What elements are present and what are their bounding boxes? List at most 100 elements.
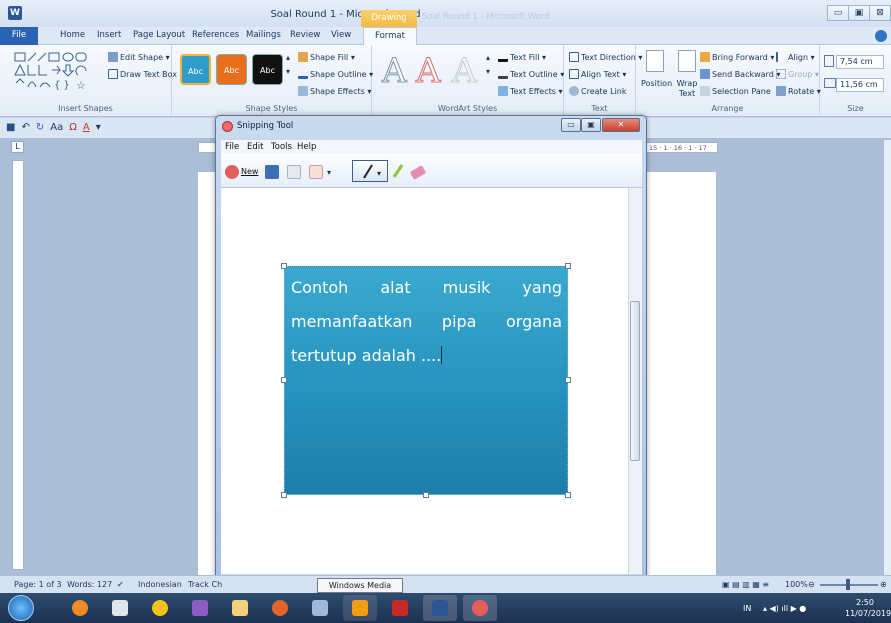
proofing-icon[interactable]: ✔ [117, 580, 124, 589]
taskbar-media-player[interactable] [143, 595, 177, 621]
tab-home[interactable]: Home [60, 30, 85, 40]
text-effects-button[interactable]: Text Effects ▾ [498, 86, 562, 96]
wordart-scroll-down[interactable]: ▾ [486, 67, 490, 76]
tab-mailings[interactable]: Mailings [246, 30, 281, 40]
selected-text-box[interactable]: Contoh alat musik yang memanfaatkan pipa… [284, 266, 568, 495]
new-snip-button[interactable]: New [241, 167, 258, 176]
pen-tool-button[interactable]: ▾ [352, 160, 388, 182]
send-snip-icon[interactable] [309, 165, 323, 179]
shapes-gallery-icon[interactable]: { } ☆ [14, 51, 106, 95]
eraser-icon[interactable] [409, 165, 427, 180]
word-count[interactable]: Words: 127 [67, 580, 112, 589]
snip-menu-file[interactable]: File [225, 142, 239, 152]
gallery-scroll-down[interactable]: ▾ [286, 67, 290, 76]
bring-forward-button[interactable]: Bring Forward ▾ [700, 52, 774, 62]
taskbar-snipping-tool[interactable] [463, 595, 497, 621]
vertical-ruler[interactable] [12, 160, 24, 570]
wordart-style-3[interactable]: A [452, 51, 478, 92]
language-bar[interactable]: IN [743, 604, 751, 613]
snip-close-button[interactable]: ✕ [602, 118, 640, 132]
shape-style-swatch-2[interactable]: Abc [216, 54, 247, 85]
change-case-icon[interactable]: Aa [50, 122, 63, 133]
track-changes-indicator[interactable]: Track Ch [188, 580, 222, 589]
rotate-button[interactable]: Rotate ▾ [776, 86, 821, 96]
tab-review[interactable]: Review [290, 30, 320, 40]
taskbar-media-player-active[interactable] [343, 595, 377, 621]
resize-handle-bottom-center[interactable] [423, 492, 429, 498]
taskbar-acrobat[interactable] [383, 595, 417, 621]
taskbar-app-1[interactable] [63, 595, 97, 621]
align-text-button[interactable]: Align Text ▾ [569, 69, 626, 79]
font-color-icon[interactable]: A [83, 122, 90, 133]
save-snip-icon[interactable] [265, 165, 279, 179]
group-button[interactable]: Group ▾ [776, 69, 819, 79]
gallery-scroll-up[interactable]: ▴ [286, 53, 290, 62]
tab-file[interactable]: File [0, 27, 38, 45]
tab-references[interactable]: References [192, 30, 239, 40]
taskbar-app-2[interactable] [103, 595, 137, 621]
undo-icon[interactable]: ↶ [21, 122, 29, 133]
clock-date[interactable]: 11/07/2019 [845, 609, 891, 618]
document-scrollbar[interactable] [884, 140, 891, 575]
text-outline-button[interactable]: Text Outline ▾ [498, 69, 564, 79]
shape-fill-button[interactable]: Shape Fill ▾ [298, 52, 355, 62]
zoom-in-button[interactable]: ⊕ [880, 580, 887, 589]
wrap-text-button[interactable]: Wrap Text [674, 79, 700, 99]
taskbar-file-explorer[interactable] [223, 595, 257, 621]
snip-menu-tools[interactable]: Tools [271, 142, 292, 152]
shape-style-swatch-3[interactable]: Abc [252, 54, 283, 85]
wordart-scroll-up[interactable]: ▴ [486, 53, 490, 62]
snipping-tool-titlebar[interactable]: Snipping Tool ▭ ▣ ✕ [216, 116, 646, 138]
save-icon[interactable]: ■ [6, 122, 15, 133]
view-buttons[interactable]: ▣ ▤ ▥ ▦ ≡ [722, 580, 769, 589]
taskbar-firefox[interactable] [263, 595, 297, 621]
minimize-button[interactable]: ▭ [827, 5, 849, 21]
tab-insert[interactable]: Insert [97, 30, 121, 40]
snip-menu-edit[interactable]: Edit [247, 142, 263, 152]
highlighter-icon[interactable] [391, 163, 405, 179]
tray-icons[interactable]: ▴ ◀) ıll ▶ ● [763, 604, 806, 613]
shape-width-input[interactable]: 11,56 cm [836, 78, 884, 92]
send-dropdown-arrow[interactable]: ▾ [327, 168, 331, 177]
help-icon[interactable] [875, 30, 887, 42]
start-button[interactable] [8, 595, 34, 621]
wordart-style-1[interactable]: A [382, 51, 408, 92]
language-indicator[interactable]: Indonesian [138, 580, 182, 589]
text-direction-button[interactable]: Text Direction ▾ [569, 52, 642, 62]
taskbar-visual-studio[interactable] [183, 595, 217, 621]
resize-handle-top-left[interactable] [281, 263, 287, 269]
tab-page-layout[interactable]: Page Layout [133, 30, 185, 40]
page-count[interactable]: Page: 1 of 3 [14, 580, 62, 589]
taskbar-app-7[interactable] [303, 595, 337, 621]
resize-handle-middle-right[interactable] [565, 377, 571, 383]
snip-minimize-button[interactable]: ▭ [561, 118, 581, 132]
shape-outline-button[interactable]: Shape Outline ▾ [298, 69, 373, 79]
ruler-toggle-button[interactable]: L [11, 141, 24, 153]
taskbar-word[interactable] [423, 595, 457, 621]
wordart-style-2[interactable]: A [416, 51, 442, 92]
new-snip-icon[interactable] [225, 165, 239, 179]
snip-maximize-button[interactable]: ▣ [581, 118, 601, 132]
shape-style-swatch-1[interactable]: Abc [180, 54, 211, 85]
resize-handle-middle-left[interactable] [281, 377, 287, 383]
selection-pane-button[interactable]: Selection Pane [700, 86, 771, 96]
resize-handle-bottom-left[interactable] [281, 492, 287, 498]
copy-icon[interactable] [287, 165, 301, 179]
position-button[interactable]: Position [641, 79, 672, 88]
edit-shape-button[interactable]: Edit Shape ▾ [108, 52, 170, 62]
tab-view[interactable]: View [331, 30, 351, 40]
send-backward-button[interactable]: Send Backward ▾ [700, 69, 780, 79]
redo-icon[interactable]: ↻ [36, 122, 44, 133]
close-button[interactable]: ⊠ [869, 5, 891, 21]
restore-button[interactable]: ▣ [848, 5, 870, 21]
text-box-content[interactable]: Contoh alat musik yang memanfaatkan pipa… [291, 271, 562, 373]
text-fill-button[interactable]: Text Fill ▾ [498, 52, 546, 62]
shape-effects-button[interactable]: Shape Effects ▾ [298, 86, 371, 96]
align-button[interactable]: Align ▾ [776, 52, 815, 62]
symbol-icon[interactable]: Ω [69, 122, 77, 133]
snip-vertical-scroll-thumb[interactable] [630, 301, 640, 461]
zoom-slider-thumb[interactable] [846, 579, 850, 590]
shape-height-input[interactable]: 7,54 cm [836, 55, 884, 69]
resize-handle-top-right[interactable] [565, 263, 571, 269]
resize-handle-bottom-right[interactable] [565, 492, 571, 498]
